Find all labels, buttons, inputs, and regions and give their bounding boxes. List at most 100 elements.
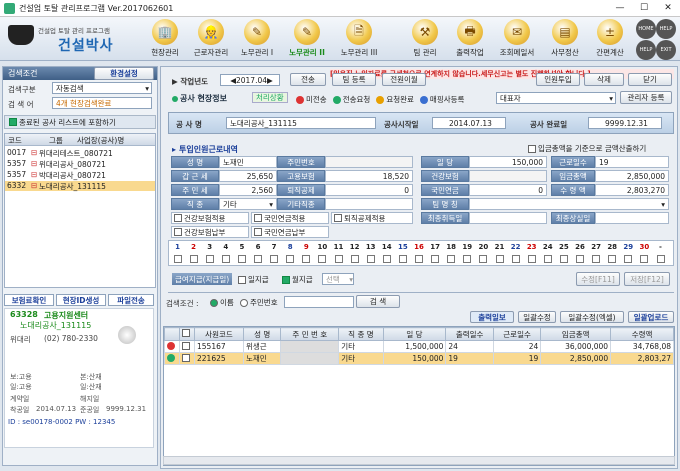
work-year-picker[interactable]: ◀ 2017.04 ▶ [220,74,280,86]
check-cell[interactable] [179,352,195,365]
loss-date-field[interactable] [595,212,669,224]
minimize-button[interactable]: — [608,0,632,17]
batch-upload-button[interactable]: 일괄업로드 [628,311,674,323]
close-button[interactable]: ✕ [656,0,680,17]
col-name[interactable]: 성 명 [242,327,282,341]
other-job-field[interactable] [325,198,413,210]
day-checkbox[interactable] [173,255,182,263]
day-checkbox[interactable] [608,255,617,263]
day-checkbox[interactable] [576,255,584,263]
team-select[interactable]: ▾ [469,198,669,210]
edit-f11-button[interactable]: 수정[F11] [576,272,620,286]
exit-button[interactable]: EXIT [656,40,676,60]
total-pay-field[interactable]: 2,850,000 [595,170,669,182]
maximize-button[interactable]: ☐ [632,0,656,17]
check-cell[interactable] [179,340,195,353]
col-group[interactable]: 그룹 [49,135,63,146]
insurance-check-button[interactable]: 보험료확인 [4,294,54,306]
tab-search[interactable]: 검색조건 [8,68,37,79]
resident-tax-field[interactable]: 2,560 [219,184,277,196]
search-type-select[interactable]: 자동검색 ▾ [52,82,152,94]
manager-register-button[interactable]: 관리자 등록 [620,91,672,104]
daily-wage-field[interactable]: 150,000 [469,156,547,168]
resident-id-field[interactable] [325,156,413,168]
site-name-field[interactable]: 노대리공사_131115 [226,117,376,129]
save-f12-button[interactable]: 저장[F12] [624,272,670,286]
pay-date-select[interactable]: 선택 ▾ [322,273,354,285]
acquire-date-field[interactable] [469,212,547,224]
health-paid-checkbox[interactable]: 건강보험납부 [171,226,249,238]
col-code[interactable]: 코드 [8,135,22,146]
toolbar-calculator[interactable]: ± 간편계산 [590,18,630,60]
day-checkbox[interactable] [431,255,440,263]
col-daily-wage[interactable]: 일 당 [382,327,447,341]
search-button[interactable]: 검 색 [356,295,400,308]
toolbar-print[interactable]: 🖶 출력작업 [447,18,493,60]
toolbar-labor-1[interactable]: ✎ 노무관리 I [234,18,280,60]
day-checkbox[interactable] [592,255,601,263]
col-total-pay[interactable]: 임금총액 [540,327,612,341]
col-work-days[interactable]: 근로일수 [492,327,542,341]
search-text-input[interactable] [284,296,354,308]
day-checkbox[interactable] [366,255,375,263]
start-date-field[interactable]: 2014.07.13 [432,117,506,129]
day-checkbox[interactable] [640,255,649,263]
help-button[interactable]: HELP [656,19,676,39]
day-checkbox[interactable] [318,255,327,263]
retire-apply-checkbox[interactable]: 퇴직공제적용 [331,212,413,224]
toolbar-settlement[interactable]: ▤ 사무정산 [542,18,588,60]
delete-button[interactable]: 삭제 [584,73,624,86]
toolbar-team-management[interactable]: ⚒ 팀 관리 [402,18,448,60]
day-checkbox[interactable] [221,255,230,263]
toolbar-site-management[interactable]: 🏢 현장관리 [142,18,188,60]
toolbar-labor-2[interactable]: ✎ 노무관리 II [284,18,330,60]
home-button[interactable]: HOME [636,19,656,39]
batch-edit-excel-button[interactable]: 일괄수정(엑셀) [560,311,624,323]
day-checkbox[interactable] [302,255,311,263]
day-checkbox[interactable] [463,255,472,263]
toolbar-worker-management[interactable]: 👷 근로자관리 [188,18,234,60]
table-row[interactable]: 155167 위생근 기타 1,500,000 24 24 36,000,000… [164,340,674,353]
horizontal-scrollbar[interactable] [163,456,675,465]
ceo-select[interactable]: 대표자 ▾ [496,92,616,104]
table-row[interactable]: 221625 노재민 기타 150,000 19 19 2,850,000 2,… [164,352,674,365]
day-checkbox[interactable] [656,255,665,263]
col-resident-id[interactable]: 주 민 번 호 [280,327,340,341]
list-item[interactable]: 5357 ⊟ 위대리공사_080721 [5,159,155,169]
pension-apply-checkbox[interactable]: 국민연금적용 [251,212,329,224]
health-ins-field[interactable] [469,170,547,182]
help-button-2[interactable]: HELP [636,40,656,60]
day-checkbox[interactable] [334,255,343,263]
daily-pay-checkbox[interactable]: 일지급 [238,274,269,285]
file-transfer-button[interactable]: 파일전송 [108,294,154,306]
close-panel-button[interactable]: 닫기 [628,73,672,86]
print-daily-button[interactable]: 출력일보 [470,311,514,323]
pension-paid-checkbox[interactable]: 국민연금납부 [251,226,329,238]
include-closed-checkbox[interactable]: 종료된 공사 리스트에 포함하기 [4,115,156,129]
end-date-field[interactable]: 9999.12.31 [588,117,662,129]
calc-by-total-checkbox[interactable]: 입금총액을 기준으로 금액산출하기 [528,143,646,154]
col-name[interactable]: 사업장(공사)명 [77,135,124,146]
col-check[interactable] [179,327,195,341]
col-output-days[interactable]: 출력일수 [445,327,494,341]
day-checkbox[interactable] [495,255,504,263]
batch-edit-button[interactable]: 일괄수정 [518,311,556,323]
day-checkbox[interactable] [189,255,198,263]
list-item[interactable]: 5357 ⊟ 박대리공사_080721 [5,170,155,180]
send-button[interactable]: 전송 [290,73,326,86]
team-register-button[interactable]: 팀 등록 [332,73,376,86]
carry-over-button[interactable]: 전원이월 [382,73,426,86]
day-checkbox[interactable] [559,255,568,263]
add-worker-button[interactable]: 인원투입 [536,73,580,86]
toolbar-labor-3[interactable]: 🗎 노무관리 III [336,18,382,60]
day-checkbox[interactable] [479,255,488,263]
list-item[interactable]: 0017 ⊟ 위대리테스트_080721 [5,148,155,158]
create-site-id-button[interactable]: 현장ID생성 [56,294,106,306]
retirement-field[interactable]: 0 [325,184,413,196]
col-employee-code[interactable]: 사원코드 [194,327,244,341]
employment-ins-field[interactable]: 18,520 [325,170,413,182]
health-apply-checkbox[interactable]: 건강보험적용 [171,212,249,224]
monthly-pay-checkbox[interactable]: 월지급 [282,274,313,285]
toolbar-mail[interactable]: ✉ 조회메일서 [494,18,540,60]
net-pay-field[interactable]: 2,803,270 [595,184,669,196]
